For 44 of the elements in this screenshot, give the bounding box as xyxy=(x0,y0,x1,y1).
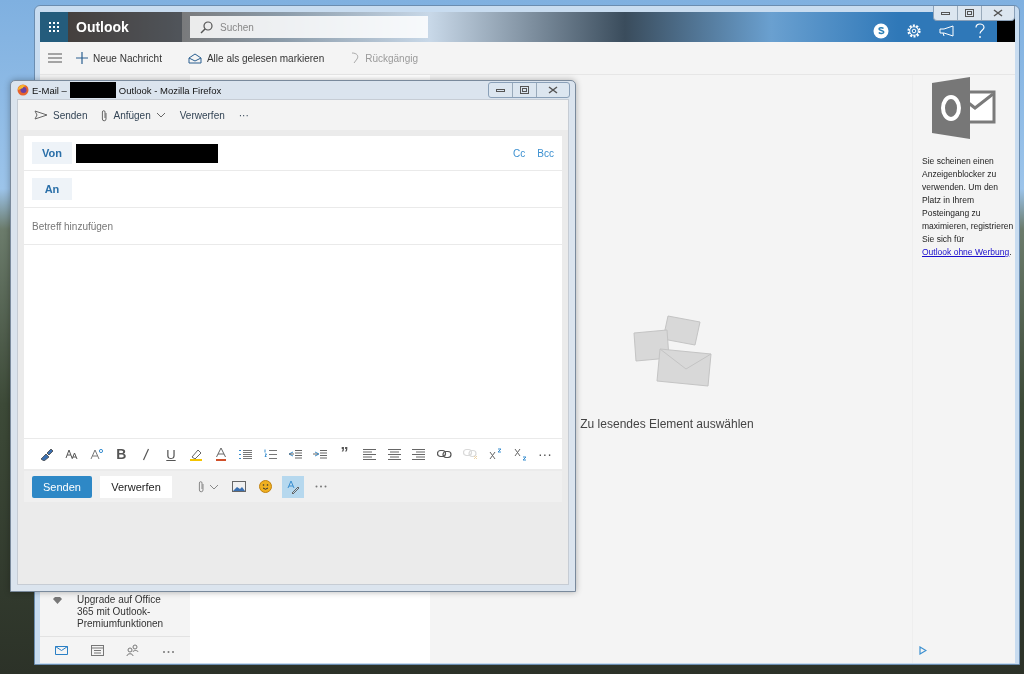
close-icon xyxy=(548,86,558,94)
people-icon[interactable] xyxy=(126,644,140,656)
mark-all-read-button[interactable]: Alle als gelesen markieren xyxy=(181,44,331,72)
minimize-icon xyxy=(496,87,505,93)
bcc-link[interactable]: Bcc xyxy=(537,147,554,159)
upgrade-link[interactable]: Upgrade auf Office 365 mit Outlook-Premiumfunktionen xyxy=(77,594,180,630)
ad-blocker-notice: Sie scheinen einen Anzeigenblocker zu verwenden. Um den Platz in Ihrem Posteingang zu maximieren, registrieren Sie sich für Outlook ohne Werbung. xyxy=(922,155,1014,259)
to-button[interactable]: An xyxy=(32,178,72,200)
plus-icon xyxy=(76,52,88,64)
close-icon xyxy=(993,9,1003,17)
outlook-logo-icon xyxy=(932,77,996,139)
cc-link[interactable]: Cc xyxy=(513,147,526,159)
minimize-icon xyxy=(941,10,950,16)
chevron-down-icon xyxy=(155,112,166,118)
play-triangle-icon xyxy=(919,646,927,655)
send-button[interactable]: Senden xyxy=(34,109,88,121)
discard-button[interactable]: Verwerfen xyxy=(100,475,172,498)
signature-icon[interactable] xyxy=(282,475,304,498)
calendar-icon[interactable] xyxy=(90,644,104,656)
waffle-icon xyxy=(49,22,59,32)
app-name: Outlook xyxy=(68,12,182,42)
new-message-button[interactable]: Neue Nachricht xyxy=(70,44,168,72)
send-icon xyxy=(34,110,48,120)
maximize-icon xyxy=(965,9,974,17)
mail-icon[interactable] xyxy=(55,644,69,656)
empty-state-text: Zu lesendes Element auswählen xyxy=(580,417,754,431)
envelope-icon xyxy=(187,52,202,64)
undo-icon xyxy=(350,52,361,64)
envelopes-icon xyxy=(633,315,715,387)
search-icon xyxy=(200,21,213,34)
diamond-icon xyxy=(52,596,63,605)
maximize-icon xyxy=(520,86,529,94)
redacted-block xyxy=(69,82,116,98)
discard-button[interactable]: Verwerfen xyxy=(179,109,225,121)
paperclip-icon xyxy=(101,108,109,122)
more-button[interactable]: ··· xyxy=(238,109,249,121)
window-title: E-Mail – xyxy=(32,84,67,96)
app-launcher-button[interactable] xyxy=(40,12,68,42)
send-button[interactable]: Senden xyxy=(32,475,92,498)
from-button[interactable]: Von xyxy=(32,142,72,164)
attach-button[interactable]: Anfügen xyxy=(101,108,166,122)
firefox-icon xyxy=(17,84,29,96)
search-field[interactable]: Suchen xyxy=(190,16,428,38)
window-title: Outlook - Mozilla Firefox xyxy=(118,84,222,96)
